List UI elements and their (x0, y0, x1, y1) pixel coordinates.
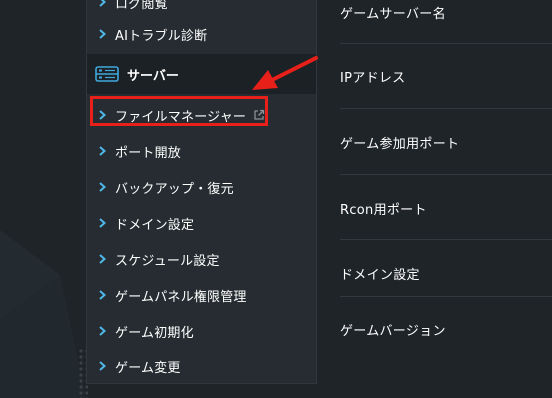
server-settings-panel: ゲームサーバー名 IPアドレス ゲーム参加用ポート Rcon用ポート ドメイン設… (318, 0, 552, 398)
sidebar-item-port-open[interactable]: ポート開放 (87, 133, 316, 169)
sidebar-item-label: スケジュール設定 (115, 253, 220, 269)
chevron-right-icon (99, 182, 113, 192)
chevron-right-icon (99, 218, 113, 228)
chevron-right-icon (99, 361, 113, 371)
sidebar-item-domain-settings[interactable]: ドメイン設定 (87, 205, 316, 241)
divider (340, 296, 552, 297)
divider (340, 239, 552, 240)
divider (340, 108, 552, 109)
sidebar-item-game-change[interactable]: ゲーム変更 (87, 348, 316, 384)
external-link-icon (253, 109, 265, 121)
sidebar-item-backup-restore[interactable]: バックアップ・復元 (87, 169, 316, 205)
sidebar-item-label: ゲーム初期化 (115, 325, 194, 341)
setting-label-game-port: ゲーム参加用ポート (340, 137, 460, 152)
sidebar-item-game-reset[interactable]: ゲーム初期化 (87, 313, 316, 349)
setting-label-domain: ドメイン設定 (340, 268, 420, 283)
sidebar-item-label: AIトラブル診断 (115, 28, 208, 44)
sidebar-section-server: サーバー (87, 54, 316, 94)
sidebar-item-label: バックアップ・復元 (115, 181, 234, 197)
divider (340, 43, 552, 44)
setting-label-game-version: ゲームバージョン (340, 324, 446, 339)
sidebar-item-label: ゲームパネル権限管理 (115, 289, 247, 305)
server-panel-icon (95, 66, 119, 82)
chevron-right-icon (99, 0, 113, 7)
sidebar-item-schedule-settings[interactable]: スケジュール設定 (87, 241, 316, 277)
sidebar-item-ai-diagnosis[interactable]: AIトラブル診断 (87, 16, 316, 52)
setting-label-ip-address: IPアドレス (340, 71, 406, 86)
sidebar-item-label: ログ閲覧 (115, 0, 168, 12)
setting-label-server-name: ゲームサーバー名 (340, 7, 446, 22)
sidebar-section-label: サーバー (127, 68, 179, 84)
chevron-right-icon (99, 110, 113, 120)
chevron-right-icon (99, 29, 113, 39)
sidebar-item-label: ゲーム変更 (115, 360, 181, 376)
sidebar-item-label: ポート開放 (115, 145, 182, 161)
chevron-right-icon (99, 146, 113, 156)
divider (340, 174, 552, 175)
setting-label-rcon-port: Rcon用ポート (340, 203, 427, 218)
sidebar-item-label: ドメイン設定 (115, 217, 195, 233)
sidebar-item-file-manager[interactable]: ファイルマネージャー (87, 97, 316, 133)
sidebar-item-panel-permissions[interactable]: ゲームパネル権限管理 (87, 277, 316, 313)
chevron-right-icon (99, 254, 113, 264)
chevron-right-icon (99, 290, 113, 300)
sidebar-item-label: ファイルマネージャー (115, 109, 247, 125)
chevron-right-icon (99, 326, 113, 336)
sidebar-menu: ログ閲覧 AIトラブル診断 サーバー ファイルマネージャー ポート開放 バックア… (86, 0, 317, 384)
screen: ログ閲覧 AIトラブル診断 サーバー ファイルマネージャー ポート開放 バックア… (0, 0, 552, 398)
